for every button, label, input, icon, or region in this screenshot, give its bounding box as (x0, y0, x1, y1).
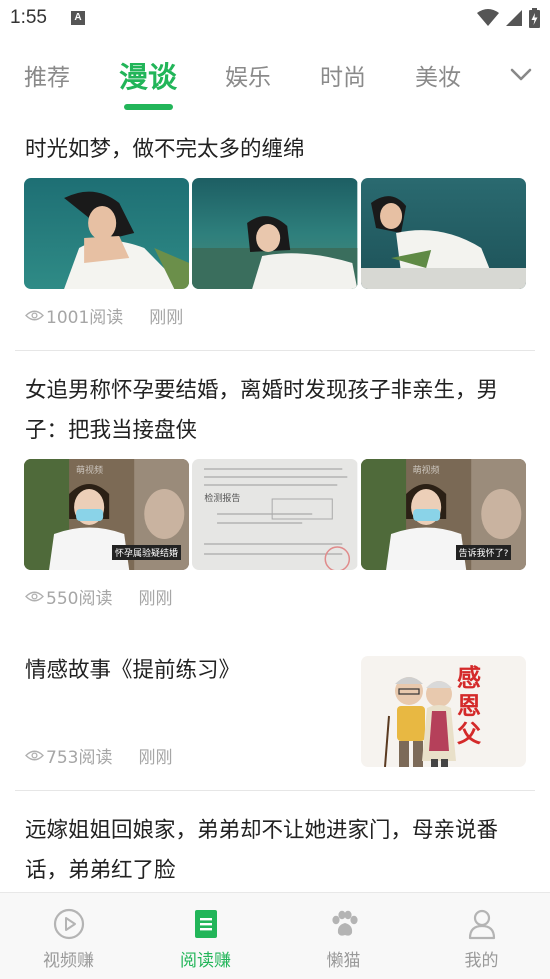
document-icon (194, 910, 217, 938)
tab-recommend[interactable]: 推荐 (24, 58, 70, 92)
article-image (360, 178, 526, 289)
tab-entertainment[interactable]: 娱乐 (225, 58, 271, 92)
read-count: 753阅读 (46, 748, 113, 768)
article-image: 检测报告 (192, 459, 358, 570)
video-caption: 告诉我怀了? (455, 545, 512, 560)
bottom-navigation: 视频赚 阅读赚 懒猫 我的 (0, 892, 550, 979)
publish-time: 刚刚 (138, 589, 173, 609)
article-thumbnails: 怀孕属验疑结婚 萌视频 检测报告 告诉我怀了? 萌视频 (24, 459, 526, 570)
status-icons (477, 7, 540, 29)
active-tab-indicator (124, 104, 173, 110)
status-time: 1:55 (10, 7, 47, 28)
nav-read-earn[interactable]: 阅读赚 (137, 893, 274, 979)
read-count: 1001阅读 (46, 308, 124, 328)
nav-label: 阅读赚 (180, 951, 231, 971)
article-image: 告诉我怀了? 萌视频 (360, 459, 526, 570)
divider (15, 790, 535, 791)
article-card[interactable]: 时光如梦，做不完太多的缠绵 1001阅读 刚刚 (0, 128, 550, 350)
signal-icon (506, 10, 522, 26)
document-label: 检测报告 (204, 494, 241, 504)
tab-chat[interactable]: 漫谈 (119, 54, 177, 96)
person-icon (468, 909, 495, 940)
chevron-down-icon[interactable] (506, 64, 536, 86)
video-caption: 怀孕属验疑结婚 (112, 545, 182, 560)
tab-beauty[interactable]: 美妆 (415, 58, 461, 92)
nav-label: 懒猫 (326, 951, 361, 971)
eye-icon (25, 591, 44, 602)
nav-lazy-cat[interactable]: 懒猫 (275, 893, 412, 979)
article-title: 远嫁姐姐回娘家，弟弟却不让她进家门，母亲说番话，弟弟红了脸 (25, 818, 499, 883)
article-image: 怀孕属验疑结婚 萌视频 (24, 459, 190, 570)
divider (15, 350, 535, 351)
article-thumbnails (24, 178, 526, 289)
watermark: 萌视频 (412, 466, 440, 476)
eye-icon (25, 750, 44, 761)
notification-icon: A (71, 11, 85, 25)
article-meta: 753阅读 刚刚 (25, 743, 172, 768)
article-meta: 1001阅读 刚刚 (25, 303, 183, 328)
article-title: 时光如梦，做不完太多的缠绵 (25, 137, 305, 162)
publish-time: 刚刚 (149, 308, 184, 328)
play-circle-icon (53, 908, 84, 940)
eye-icon (25, 310, 44, 321)
article-card[interactable]: 女追男称怀孕要结婚，离婚时发现孩子非亲生，男子：把我当接盘侠 怀孕属验疑结婚 萌… (0, 366, 550, 626)
status-bar: 1:55 A (0, 0, 550, 38)
tab-fashion[interactable]: 时尚 (320, 58, 366, 92)
article-meta: 550阅读 刚刚 (25, 584, 172, 609)
watermark: 萌视频 (76, 466, 104, 476)
read-count: 550阅读 (46, 589, 113, 609)
nav-label: 视频赚 (43, 951, 94, 971)
paw-icon (331, 910, 358, 936)
nav-video-earn[interactable]: 视频赚 (0, 893, 137, 979)
article-card[interactable]: 远嫁姐姐回娘家，弟弟却不让她进家门，母亲说番话，弟弟红了脸 (0, 806, 550, 892)
article-card[interactable]: 情感故事《提前练习》 感恩父 753阅读 刚刚 (0, 646, 550, 786)
article-image: 感恩父 (361, 656, 526, 767)
battery-charging-icon (529, 8, 540, 28)
category-tabs: 推荐 漫谈 娱乐 时尚 美妆 (0, 42, 550, 116)
wifi-icon (477, 9, 499, 26)
article-image (192, 178, 358, 289)
nav-profile[interactable]: 我的 (413, 893, 550, 979)
thumbnail-text: 感恩父 (457, 663, 481, 748)
nav-label: 我的 (464, 951, 499, 971)
article-image (24, 178, 190, 289)
article-title: 情感故事《提前练习》 (25, 658, 241, 683)
article-title: 女追男称怀孕要结婚，离婚时发现孩子非亲生，男子：把我当接盘侠 (25, 378, 499, 443)
publish-time: 刚刚 (138, 748, 173, 768)
